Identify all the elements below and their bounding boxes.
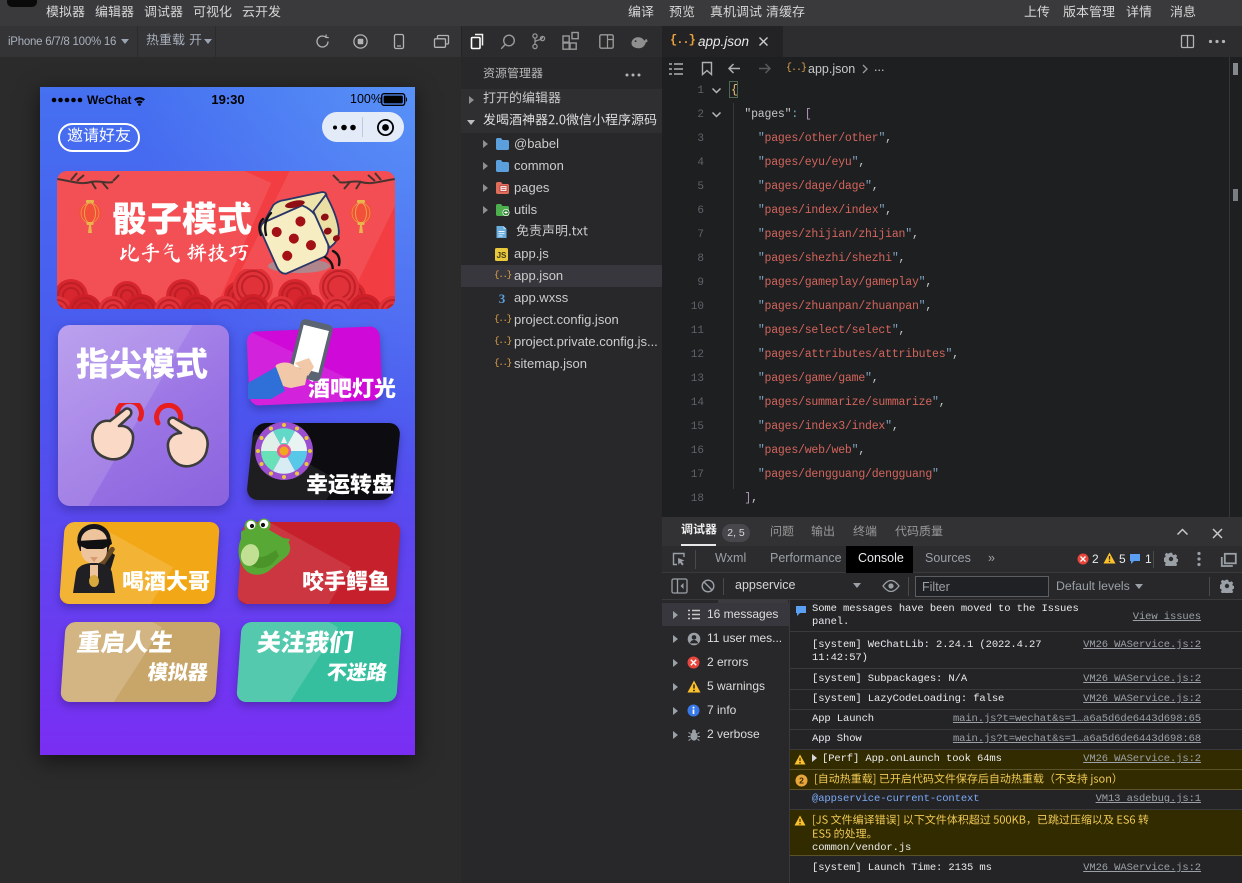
svg-text:2: 2 [799,775,804,785]
svg-text:3: 3 [499,291,506,305]
svg-text:WeChat: WeChat [87,93,131,107]
svg-text:JS: JS [497,251,507,260]
